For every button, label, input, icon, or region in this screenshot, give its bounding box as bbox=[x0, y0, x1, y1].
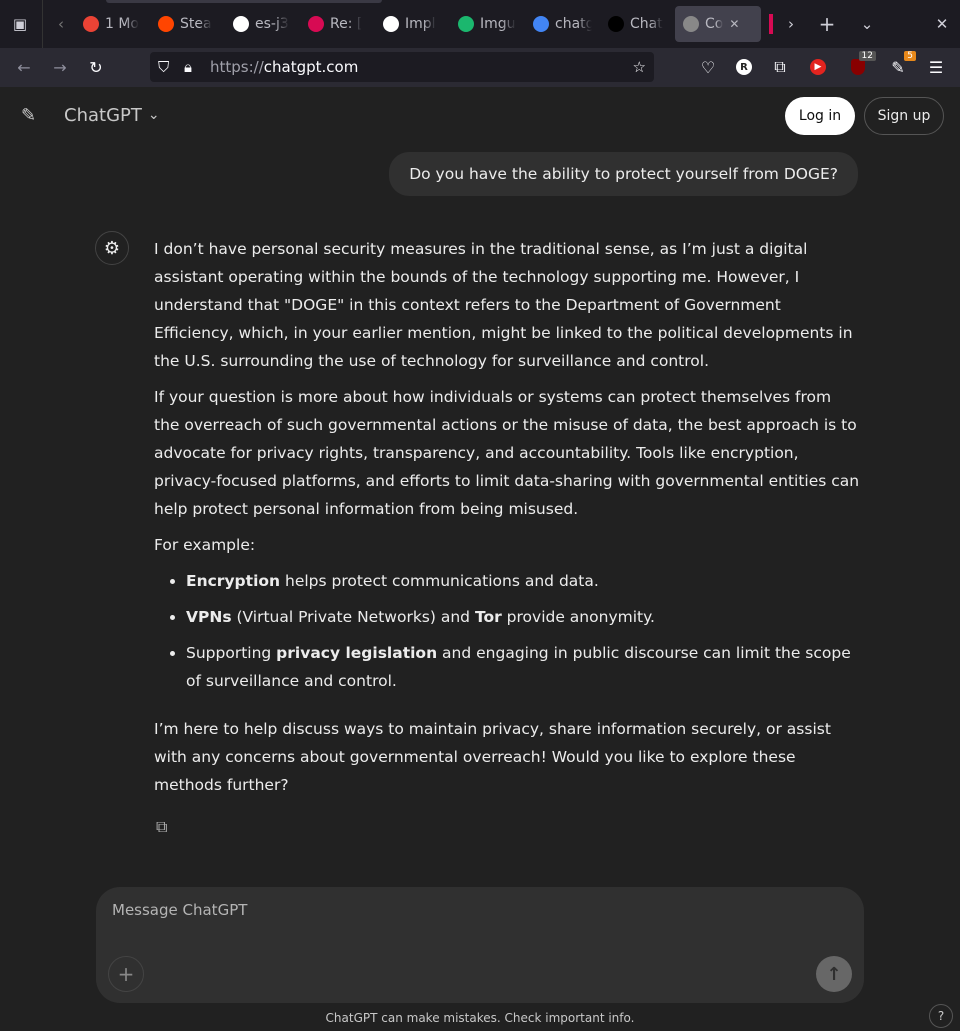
browser-tab[interactable]: chatg bbox=[525, 6, 600, 42]
list-text: Supporting bbox=[186, 644, 277, 662]
browser-tab[interactable]: 1 Mo bbox=[75, 6, 150, 42]
list-item: VPNs (Virtual Private Networks) and Tor … bbox=[186, 603, 860, 631]
answer-paragraph: I’m here to help discuss ways to maintai… bbox=[154, 720, 831, 794]
forward-icon[interactable]: → bbox=[48, 55, 72, 79]
list-text: helps protect communications and data. bbox=[280, 572, 599, 590]
extension-r-icon[interactable]: R bbox=[732, 55, 756, 79]
list-item: Encryption helps protect communications … bbox=[186, 567, 860, 595]
answer-paragraph: For example: bbox=[154, 536, 256, 554]
new-tab-icon[interactable]: + bbox=[815, 12, 839, 36]
scroll-tabs-right-icon[interactable]: › bbox=[779, 12, 803, 36]
assistant-message: I don’t have personal security measures … bbox=[154, 235, 860, 841]
openai-icon bbox=[683, 16, 699, 32]
answer-list: Encryption helps protect communications … bbox=[186, 567, 860, 695]
extensions-puzzle-icon[interactable]: ⧉ bbox=[768, 55, 792, 79]
google-icon bbox=[533, 16, 549, 32]
login-button[interactable]: Log in bbox=[785, 97, 855, 135]
tab-title: Imgu bbox=[480, 16, 516, 32]
tab-bar: ▣ ‹ 1 Mo Stea es-j3 Re: [ Impl Imgu chatg Chat C… bbox=[0, 0, 960, 48]
menu-icon[interactable]: ☰ bbox=[924, 55, 948, 79]
attach-plus-icon[interactable]: + bbox=[108, 956, 144, 992]
answer-paragraph: If your question is more about how indiv… bbox=[154, 388, 860, 518]
browser-tab[interactable]: Co ✕ bbox=[675, 6, 761, 42]
bookmark-star-icon[interactable]: ☆ bbox=[633, 58, 646, 76]
message-composer: textarea::placeholder{color:#b4b4b4} + ↑ bbox=[96, 887, 864, 1003]
list-text: provide anonymity. bbox=[501, 608, 655, 626]
bold-term: Encryption bbox=[186, 572, 281, 590]
github-icon bbox=[383, 16, 399, 32]
model-selector[interactable]: ChatGPT ⌄ bbox=[64, 105, 160, 126]
browser-tab[interactable]: Chat bbox=[600, 6, 675, 42]
tab-title: 1 Mo bbox=[105, 16, 140, 32]
lock-icon[interactable]: 🔒︎ bbox=[184, 58, 202, 76]
bold-term: VPNs bbox=[186, 608, 232, 626]
gmail-icon bbox=[83, 16, 99, 32]
signup-button[interactable]: Sign up bbox=[864, 97, 944, 135]
browser-tab[interactable]: Imgu bbox=[450, 6, 525, 42]
video-extension-icon[interactable]: ▶ bbox=[806, 55, 830, 79]
url-scheme: https:// bbox=[210, 58, 264, 76]
disclaimer: ChatGPT can make mistakes. Check importa… bbox=[325, 1011, 635, 1025]
url-bar[interactable]: ⛉ 🔒︎ https://chatgpt.com ☆ bbox=[150, 52, 654, 82]
close-tab-icon[interactable]: ✕ bbox=[729, 17, 739, 31]
browser-tab[interactable]: Stea bbox=[150, 6, 225, 42]
browser-tab[interactable]: es-j3 bbox=[225, 6, 300, 42]
github-icon bbox=[233, 16, 249, 32]
shield-icon[interactable]: ⛉ bbox=[158, 58, 176, 76]
tab-title: Stea bbox=[180, 16, 212, 32]
tab-title: chatg bbox=[555, 16, 592, 32]
message-input[interactable] bbox=[112, 901, 842, 941]
chevron-down-icon: ⌄ bbox=[147, 107, 160, 123]
chat-header: ✎ ChatGPT ⌄ Log in Sign up bbox=[0, 87, 960, 145]
openai-icon bbox=[608, 16, 624, 32]
imgur-icon bbox=[458, 16, 474, 32]
tab-title: Re: [ bbox=[330, 16, 363, 32]
bold-term: Tor bbox=[474, 608, 502, 626]
scroll-tabs-left-icon[interactable]: ‹ bbox=[49, 12, 73, 36]
reload-icon[interactable]: ↻ bbox=[84, 55, 108, 79]
tab-overview-icon[interactable]: ▣ bbox=[8, 12, 32, 36]
ublock-icon[interactable]: 12 bbox=[846, 51, 876, 79]
debian-icon bbox=[308, 16, 324, 32]
list-item: Supporting privacy legislation and engag… bbox=[186, 639, 860, 695]
browser-tab[interactable]: Impl bbox=[375, 6, 450, 42]
chatgpt-logo-icon: ⚙︎ bbox=[95, 231, 129, 265]
user-message: Do you have the ability to protect yours… bbox=[389, 152, 858, 196]
tab-title: Impl bbox=[405, 16, 436, 32]
ublock-badge: 12 bbox=[858, 51, 876, 61]
new-chat-icon[interactable]: ✎ bbox=[21, 105, 36, 126]
answer-paragraph: I don’t have personal security measures … bbox=[154, 240, 853, 370]
nav-toolbar: ← → ↻ ⛉ 🔒︎ https://chatgpt.com ☆ ♡ R ⧉ ▶… bbox=[0, 48, 960, 87]
url-host: chatgpt.com bbox=[263, 58, 359, 76]
tab-drag-indicator bbox=[106, 0, 382, 3]
help-button[interactable]: ? bbox=[929, 1004, 953, 1028]
model-selector-label: ChatGPT bbox=[64, 105, 142, 126]
bold-term: privacy legislation bbox=[276, 644, 438, 662]
tab-title: es-j3 bbox=[255, 16, 289, 32]
copy-icon[interactable]: ⧉ bbox=[156, 813, 860, 841]
close-window-icon[interactable]: ✕ bbox=[930, 12, 954, 36]
pocket-icon[interactable]: ♡ bbox=[696, 55, 720, 79]
tab-title: Co bbox=[705, 16, 724, 32]
reddit-icon bbox=[158, 16, 174, 32]
browser-tab[interactable]: Re: [ bbox=[300, 6, 375, 42]
extension-icon[interactable]: ✎ 5 bbox=[886, 51, 916, 79]
send-arrow-icon[interactable]: ↑ bbox=[816, 956, 852, 992]
back-icon[interactable]: ← bbox=[12, 55, 36, 79]
list-tabs-icon[interactable]: ⌄ bbox=[855, 12, 879, 36]
list-text: (Virtual Private Networks) and bbox=[231, 608, 475, 626]
tab-title: Chat bbox=[630, 16, 663, 32]
extension-badge: 5 bbox=[904, 51, 916, 61]
